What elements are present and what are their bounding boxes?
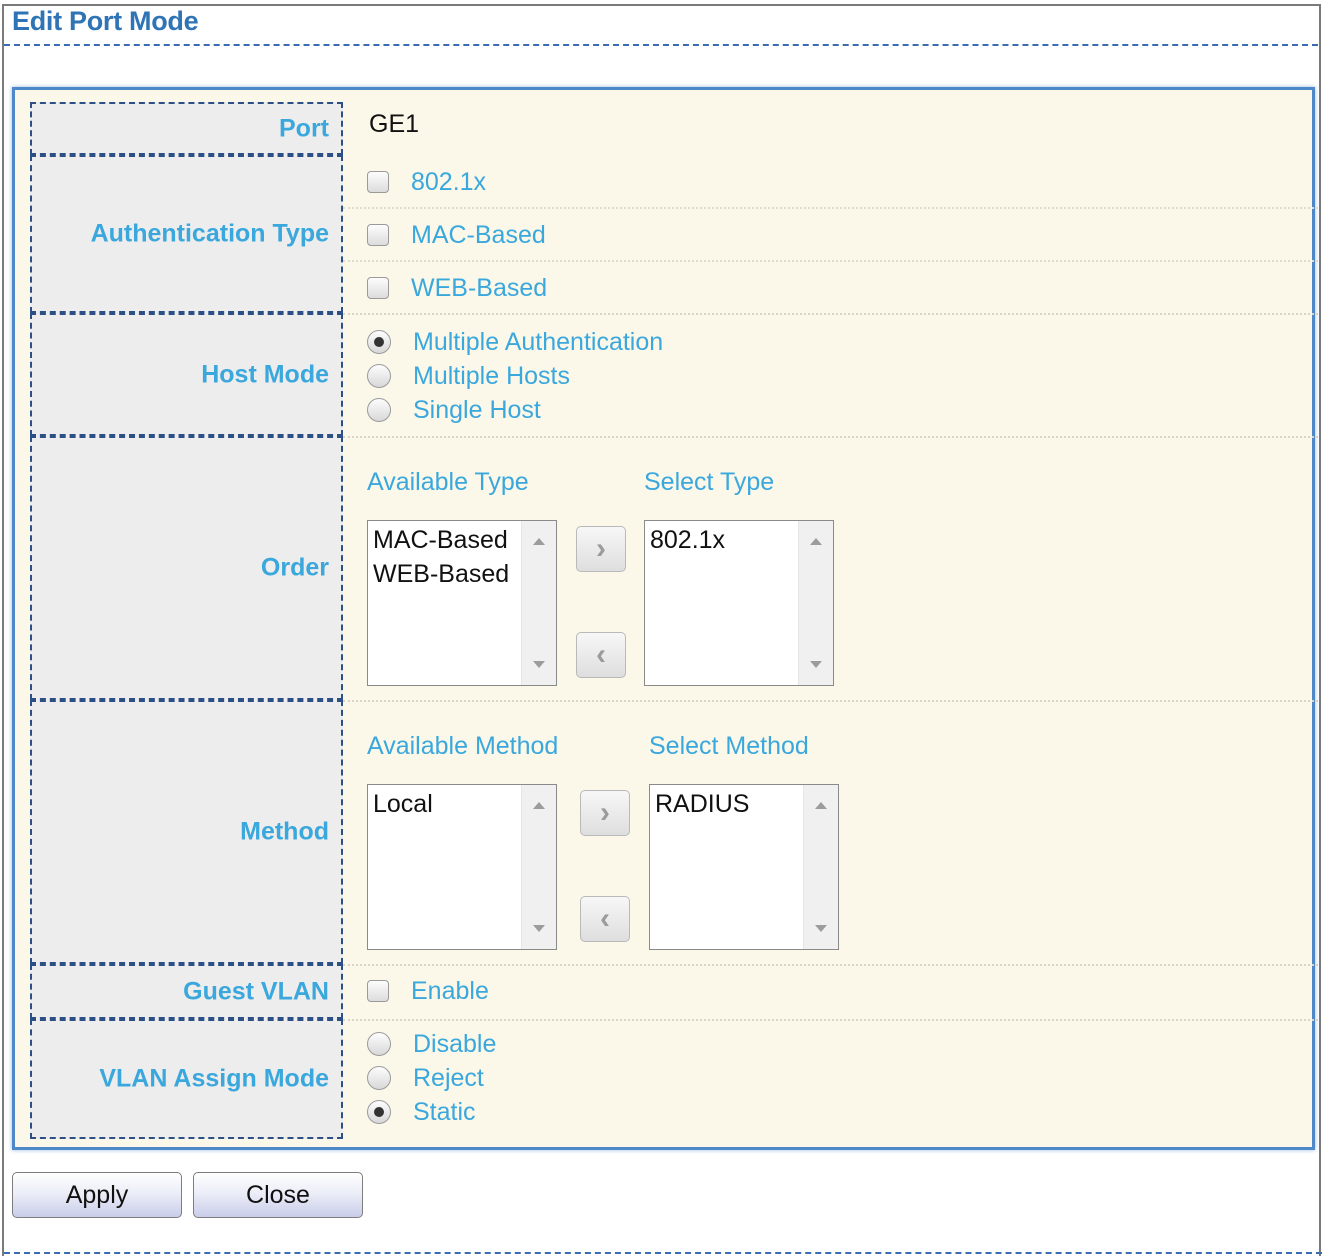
scroll-down-icon[interactable] — [815, 925, 827, 932]
guest-vlan-options: Enable — [343, 964, 1318, 1019]
chevron-right-icon: › — [596, 532, 606, 565]
method-label: Method — [240, 817, 329, 846]
radio-static[interactable] — [367, 1100, 391, 1124]
order-row: Order Available Type Select Type MAC-Bas… — [30, 436, 1318, 700]
host-mode-label: Host Mode — [201, 360, 329, 388]
guest-vlan-label: Guest VLAN — [183, 977, 329, 1005]
auth-option-label: WEB-Based — [411, 273, 548, 302]
host-mode-row: Host Mode Multiple Authentication Multip… — [30, 313, 1318, 436]
move-method-right-button[interactable]: › — [580, 790, 630, 836]
apply-button[interactable]: Apply — [12, 1172, 182, 1218]
auth-option-8021x[interactable]: 802.1x — [367, 167, 486, 197]
port-label: Port — [279, 114, 329, 142]
radio-multiple-authentication[interactable] — [367, 330, 391, 354]
vlan-assign-option-static[interactable]: Static — [367, 1097, 476, 1127]
radio-reject[interactable] — [367, 1066, 391, 1090]
auth-option-label: 802.1x — [411, 167, 487, 196]
scrollbar[interactable] — [798, 521, 833, 685]
bottom-divider — [4, 1252, 1322, 1254]
guest-vlan-enable-label: Enable — [411, 976, 489, 1005]
list-item[interactable]: MAC-Based — [373, 523, 509, 557]
list-item[interactable]: RADIUS — [655, 787, 749, 821]
scrollbar[interactable] — [521, 785, 556, 949]
scroll-up-icon[interactable] — [533, 802, 545, 809]
select-type-header: Select Type — [644, 468, 775, 496]
method-controls: Available Method Select Method Local › ‹ — [343, 700, 1318, 964]
chevron-left-icon: ‹ — [600, 902, 610, 935]
checkbox-web-based[interactable] — [367, 277, 389, 299]
move-method-left-button[interactable]: ‹ — [580, 896, 630, 942]
checkbox-mac-based[interactable] — [367, 224, 389, 246]
auth-option-mac-based[interactable]: MAC-Based — [367, 220, 546, 250]
vlan-assign-option-label: Static — [413, 1097, 476, 1126]
close-button[interactable]: Close — [193, 1172, 363, 1218]
port-value-cell: GE1 — [343, 102, 1318, 155]
order-label-cell: Order — [30, 436, 343, 700]
radio-multiple-hosts[interactable] — [367, 364, 391, 388]
move-type-right-button[interactable]: › — [576, 526, 626, 572]
method-label-cell: Method — [30, 700, 343, 964]
host-mode-option-label: Multiple Authentication — [413, 327, 664, 356]
select-method-list[interactable]: RADIUS — [649, 784, 839, 950]
checkbox-guest-vlan-enable[interactable] — [367, 980, 389, 1002]
checkbox-8021x[interactable] — [367, 171, 389, 193]
vlan-assign-option-label: Reject — [413, 1063, 484, 1092]
list-item[interactable]: WEB-Based — [373, 557, 509, 591]
scroll-down-icon[interactable] — [533, 925, 545, 932]
scroll-down-icon[interactable] — [533, 661, 545, 668]
auth-option-label: MAC-Based — [411, 220, 546, 249]
available-method-list[interactable]: Local — [367, 784, 557, 950]
radio-single-host[interactable] — [367, 398, 391, 422]
vlan-assign-option-disable[interactable]: Disable — [367, 1029, 496, 1059]
auth-option-web-based[interactable]: WEB-Based — [367, 273, 547, 303]
scroll-up-icon[interactable] — [533, 538, 545, 545]
method-row: Method Available Method Select Method Lo… — [30, 700, 1318, 964]
auth-type-label-cell: Authentication Type — [30, 155, 343, 313]
dialog-title: Edit Port Mode — [12, 6, 199, 36]
scroll-up-icon[interactable] — [815, 802, 827, 809]
host-mode-option-label: Single Host — [413, 395, 541, 424]
host-mode-label-cell: Host Mode — [30, 313, 343, 436]
order-controls: Available Type Select Type MAC-Based WEB… — [343, 436, 1318, 700]
title-divider — [4, 44, 1318, 46]
vlan-assign-mode-row: VLAN Assign Mode Disable Reject Static — [30, 1019, 1318, 1139]
guest-vlan-enable[interactable]: Enable — [367, 976, 489, 1006]
auth-type-label: Authentication Type — [90, 219, 329, 248]
available-type-header: Available Type — [367, 468, 529, 496]
list-item[interactable]: 802.1x — [650, 523, 725, 557]
host-mode-option-single-host[interactable]: Single Host — [367, 395, 541, 425]
scrollbar[interactable] — [803, 785, 838, 949]
form-panel: Port GE1 Authentication Type 802.1x MAC-… — [12, 87, 1318, 1150]
radio-disable[interactable] — [367, 1032, 391, 1056]
auth-type-row: Authentication Type 802.1x MAC-Based WEB… — [30, 155, 1318, 313]
vlan-assign-mode-label-cell: VLAN Assign Mode — [30, 1019, 343, 1139]
select-type-list[interactable]: 802.1x — [644, 520, 834, 686]
list-item[interactable]: Local — [373, 787, 433, 821]
port-value: GE1 — [369, 110, 420, 138]
scrollbar[interactable] — [521, 521, 556, 685]
move-type-left-button[interactable]: ‹ — [576, 632, 626, 678]
port-row: Port GE1 — [30, 102, 1318, 155]
available-method-header: Available Method — [367, 732, 559, 760]
host-mode-options: Multiple Authentication Multiple Hosts S… — [343, 313, 1318, 436]
select-method-header: Select Method — [649, 732, 809, 760]
host-mode-option-multiple-authentication[interactable]: Multiple Authentication — [367, 327, 663, 357]
host-mode-option-multiple-hosts[interactable]: Multiple Hosts — [367, 361, 570, 391]
port-label-cell: Port — [30, 102, 343, 155]
vlan-assign-option-reject[interactable]: Reject — [367, 1063, 484, 1093]
guest-vlan-label-cell: Guest VLAN — [30, 964, 343, 1019]
vlan-assign-mode-options: Disable Reject Static — [343, 1019, 1318, 1139]
chevron-left-icon: ‹ — [596, 638, 606, 671]
host-mode-option-label: Multiple Hosts — [413, 361, 570, 390]
scroll-down-icon[interactable] — [810, 661, 822, 668]
scroll-up-icon[interactable] — [810, 538, 822, 545]
vlan-assign-mode-label: VLAN Assign Mode — [99, 1064, 329, 1093]
vlan-assign-option-label: Disable — [413, 1029, 497, 1058]
available-type-list[interactable]: MAC-Based WEB-Based — [367, 520, 557, 686]
chevron-right-icon: › — [600, 796, 610, 829]
guest-vlan-row: Guest VLAN Enable — [30, 964, 1318, 1019]
order-label: Order — [260, 553, 329, 582]
auth-type-options: 802.1x MAC-Based WEB-Based — [343, 155, 1318, 313]
